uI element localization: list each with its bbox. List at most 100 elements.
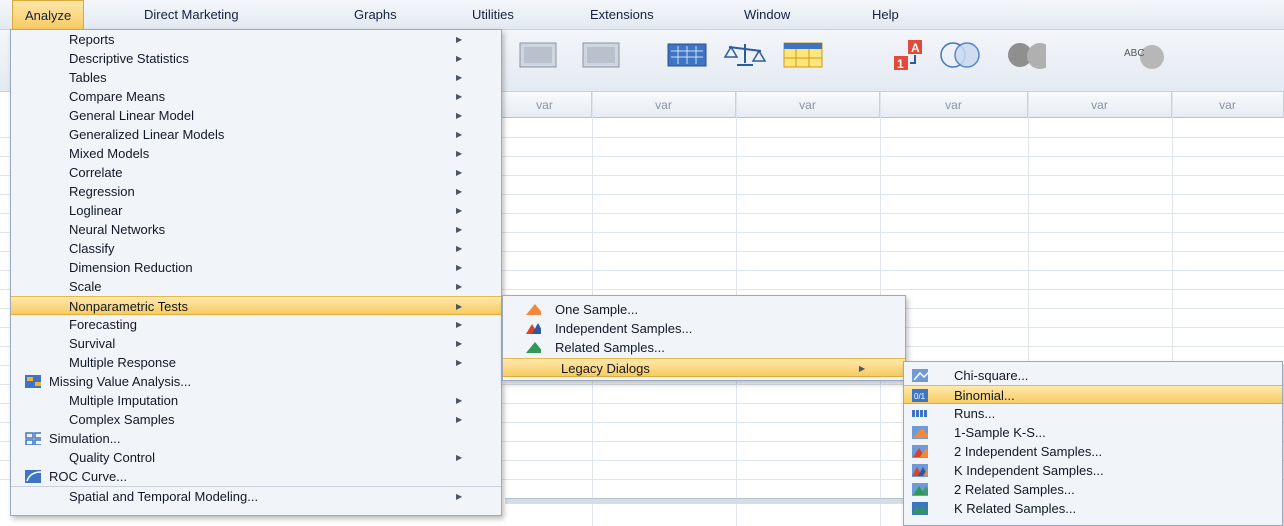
simulation-icon [25, 432, 41, 445]
binomial-icon-text: 0/1 [914, 392, 926, 401]
submenu-arrow-icon: ▶ [859, 364, 866, 373]
menu-item-label: One Sample... [555, 302, 639, 317]
menu-item-quality-control[interactable]: Quality Control ▶ [11, 448, 501, 467]
submenu-arrow-icon: ▶ [456, 168, 463, 177]
submenu-arrow-icon: ▶ [456, 92, 463, 101]
nonparametric-submenu: One Sample... Independent Samples... Rel… [502, 295, 906, 381]
menu-item-dimension-reduction[interactable]: Dimension Reduction ▶ [11, 258, 501, 277]
menu-item-label: Multiple Response [69, 355, 176, 370]
menu-item-regression[interactable]: Regression ▶ [11, 182, 501, 201]
menu-window[interactable]: Window [732, 0, 802, 30]
menu-item-compare-means[interactable]: Compare Means ▶ [11, 87, 501, 106]
menu-extensions[interactable]: Extensions [578, 0, 666, 30]
menu-item-classify[interactable]: Classify ▶ [11, 239, 501, 258]
menu-analyze[interactable]: Analyze [12, 0, 85, 31]
menu-item-independent-samples[interactable]: Independent Samples... [503, 319, 905, 338]
menu-item-label: K Related Samples... [954, 501, 1077, 516]
one-sample-icon [526, 304, 541, 315]
menu-item-label: Generalized Linear Models [69, 127, 225, 142]
column-header[interactable]: var [592, 92, 736, 118]
column-header[interactable]: var [880, 92, 1028, 118]
menu-item-chi-square[interactable]: Chi-square... [904, 366, 1282, 385]
menu-item-label: ROC Curve... [49, 469, 128, 484]
menu-item-descriptive-statistics[interactable]: Descriptive Statistics ▶ [11, 49, 501, 68]
menu-item-2-independent-samples[interactable]: 2 Independent Samples... [904, 442, 1282, 461]
submenu-arrow-icon: ▶ [456, 453, 463, 462]
menu-item-correlate[interactable]: Correlate ▶ [11, 163, 501, 182]
menu-item-label: Compare Means [69, 89, 166, 104]
menu-item-tables[interactable]: Tables ▶ [11, 68, 501, 87]
menu-item-legacy-dialogs[interactable]: Legacy Dialogs ▶ [503, 358, 905, 377]
submenu-arrow-icon: ▶ [456, 415, 463, 424]
menu-item-neural-networks[interactable]: Neural Networks ▶ [11, 220, 501, 239]
legacy-dialogs-submenu: Chi-square... 0/1 Binomial... Runs... 1-… [903, 361, 1283, 526]
menu-item-one-sample[interactable]: One Sample... [503, 300, 905, 319]
use-sets-icon[interactable] [935, 38, 981, 72]
menu-item-general-linear-model[interactable]: General Linear Model ▶ [11, 106, 501, 125]
spelling-icon[interactable]: ABC [1110, 38, 1180, 72]
chi-square-icon [912, 369, 928, 382]
submenu-arrow-icon: ▶ [456, 225, 463, 234]
menu-graphs[interactable]: Graphs [342, 0, 409, 30]
menu-item-generalized-linear-models[interactable]: Generalized Linear Models ▶ [11, 125, 501, 144]
show-all-icon[interactable] [1000, 38, 1046, 72]
pane-splitter[interactable] [505, 498, 905, 504]
submenu-arrow-icon: ▶ [456, 302, 463, 311]
menu-item-k-related-samples[interactable]: K Related Samples... [904, 499, 1282, 518]
menu-item-survival[interactable]: Survival ▶ [11, 334, 501, 353]
related-samples-icon [526, 342, 541, 353]
column-header[interactable]: var [498, 92, 592, 118]
undo-icon[interactable] [578, 38, 624, 72]
missing-value-icon [25, 375, 41, 388]
two-related-samples-icon [912, 483, 928, 496]
menu-item-label: Binomial... [954, 388, 1015, 403]
menu-item-spatial-temporal-modeling[interactable]: Spatial and Temporal Modeling... ▶ [11, 486, 501, 505]
submenu-arrow-icon: ▶ [456, 492, 463, 501]
menu-item-forecasting[interactable]: Forecasting ▶ [11, 315, 501, 334]
menu-item-label: Spatial and Temporal Modeling... [69, 489, 259, 504]
menu-item-roc-curve[interactable]: ROC Curve... [11, 467, 501, 486]
menu-utilities[interactable]: Utilities [460, 0, 526, 30]
menu-item-complex-samples[interactable]: Complex Samples ▶ [11, 410, 501, 429]
menu-direct-marketing[interactable]: Direct Marketing [132, 0, 251, 30]
submenu-arrow-icon: ▶ [456, 320, 463, 329]
menu-item-binomial[interactable]: 0/1 Binomial... [904, 385, 1282, 404]
menu-item-nonparametric-tests[interactable]: Nonparametric Tests ▶ [11, 296, 501, 315]
menu-item-multiple-response[interactable]: Multiple Response ▶ [11, 353, 501, 372]
submenu-arrow-icon: ▶ [456, 396, 463, 405]
menu-item-simulation[interactable]: Simulation... [11, 429, 501, 448]
submenu-arrow-icon: ▶ [456, 54, 463, 63]
menu-item-scale[interactable]: Scale ▶ [11, 277, 501, 296]
menu-item-label: Chi-square... [954, 368, 1029, 383]
value-labels-icon[interactable]: A1 [888, 38, 934, 72]
go-to-case-icon[interactable] [664, 38, 710, 72]
menu-item-1-sample-ks[interactable]: 1-Sample K-S... [904, 423, 1282, 442]
split-file-icon[interactable] [780, 38, 826, 72]
menu-item-related-samples[interactable]: Related Samples... [503, 338, 905, 357]
column-header[interactable]: var [1172, 92, 1284, 118]
menu-item-loglinear[interactable]: Loglinear ▶ [11, 201, 501, 220]
recall-dialog-icon[interactable] [515, 38, 561, 72]
menu-item-missing-value-analysis[interactable]: Missing Value Analysis... [11, 372, 501, 391]
weight-cases-icon[interactable] [722, 38, 768, 72]
menu-item-reports[interactable]: Reports ▶ [11, 30, 501, 49]
menu-help[interactable]: Help [860, 0, 911, 30]
column-header[interactable]: var [1028, 92, 1172, 118]
submenu-arrow-icon: ▶ [456, 187, 463, 196]
menu-item-label: Loglinear [69, 203, 123, 218]
menu-item-2-related-samples[interactable]: 2 Related Samples... [904, 480, 1282, 499]
menu-item-label: Tables [69, 70, 107, 85]
menu-item-runs[interactable]: Runs... [904, 404, 1282, 423]
menu-item-mixed-models[interactable]: Mixed Models ▶ [11, 144, 501, 163]
menu-item-label: 1-Sample K-S... [954, 425, 1046, 440]
menu-item-label: General Linear Model [69, 108, 195, 123]
menu-item-label: Descriptive Statistics [69, 51, 189, 66]
menu-item-label: Survival [69, 336, 116, 351]
submenu-arrow-icon: ▶ [456, 263, 463, 272]
menu-item-multiple-imputation[interactable]: Multiple Imputation ▶ [11, 391, 501, 410]
menu-item-label: Simulation... [49, 431, 121, 446]
k-independent-samples-icon [912, 464, 928, 477]
submenu-arrow-icon: ▶ [456, 339, 463, 348]
column-header[interactable]: var [736, 92, 880, 118]
menu-item-k-independent-samples[interactable]: K Independent Samples... [904, 461, 1282, 480]
